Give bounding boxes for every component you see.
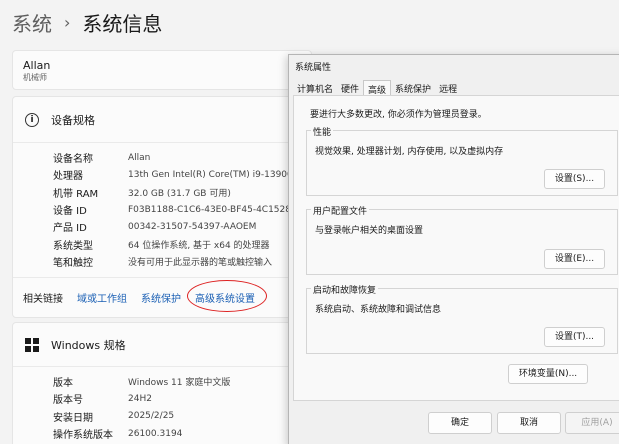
spec-row: 版本 Windows 11 家庭中文版 [53, 373, 311, 390]
windows-specs-title: Windows 规格 [51, 338, 126, 352]
spec-row: 系统类型 64 位操作系统, 基于 x64 的处理器 [53, 235, 311, 252]
spec-value: 2025/2/25 [128, 411, 175, 422]
tab-remote[interactable]: 远程 [435, 80, 461, 95]
startup-recovery-group-desc: 系统启动、系统故障和调试信息 [315, 305, 442, 315]
spec-label: 设备 ID [53, 206, 87, 218]
spec-label: 机带 RAM [53, 188, 99, 200]
spec-value: 24H2 [128, 393, 152, 404]
user-profiles-group-desc: 与登录帐户相关的桌面设置 [315, 226, 424, 236]
device-subtitle: 机械师 [23, 73, 47, 82]
spec-value: 13th Gen Intel(R) Core(TM) i9-13900HX [128, 169, 306, 180]
spec-value: Allan [128, 152, 151, 163]
performance-settings-button[interactable]: 设置(S)... [544, 169, 605, 189]
spec-value: 64 位操作系统, 基于 x64 的处理器 [128, 240, 270, 251]
startup-recovery-group: 启动和故障恢复 系统启动、系统故障和调试信息 设置(T)... [306, 283, 618, 354]
related-links: 相关链接 域或工作组 系统保护 高级系统设置 [13, 277, 313, 317]
ok-button[interactable]: 确定 [428, 412, 492, 434]
spec-label: 产品 ID [53, 223, 87, 235]
page-title: 系统信息 [82, 11, 163, 36]
spec-row: 操作系统版本 26100.3194 [53, 425, 311, 442]
system-protection-link[interactable]: 系统保护 [141, 290, 181, 305]
user-profiles-settings-button[interactable]: 设置(E)... [544, 249, 605, 269]
spec-value: 32.0 GB (31.7 GB 可用) [128, 188, 231, 199]
device-specs-title: 设备规格 [51, 113, 95, 127]
device-card: Allan 机械师 [12, 50, 312, 90]
user-profiles-group-title: 用户配置文件 [311, 204, 370, 217]
windows-specs-card: Windows 规格 版本 Windows 11 家庭中文版 版本号 24H2 … [12, 322, 312, 444]
performance-group: 性能 视觉效果, 处理器计划, 内存使用, 以及虚拟内存 设置(S)... [306, 125, 618, 196]
performance-group-desc: 视觉效果, 处理器计划, 内存使用, 以及虚拟内存 [315, 147, 504, 157]
domain-workgroup-link[interactable]: 域或工作组 [77, 290, 127, 305]
system-properties-dialog: 系统属性 计算机名 硬件 高级 系统保护 远程 要进行大多数更改, 你必须作为管… [288, 54, 619, 444]
spec-label: 设备名称 [53, 154, 93, 166]
cancel-button[interactable]: 取消 [497, 412, 561, 434]
spec-value: Windows 11 家庭中文版 [128, 378, 231, 389]
spec-value: 没有可用于此显示器的笔或触控输入 [128, 257, 273, 268]
advanced-tab-panel: 要进行大多数更改, 你必须作为管理员登录。 性能 视觉效果, 处理器计划, 内存… [293, 95, 619, 401]
device-specs-list: 设备名称 Allan 处理器 13th Gen Intel(R) Core(TM… [13, 143, 311, 270]
spec-row: 版本号 24H2 [53, 390, 311, 407]
related-links-label: 相关链接 [23, 294, 63, 305]
windows-logo-icon [25, 337, 39, 352]
spec-label: 安装日期 [53, 412, 93, 424]
windows-specs-header[interactable]: Windows 规格 [13, 323, 311, 367]
spec-label: 笔和触控 [53, 257, 93, 269]
spec-label: 处理器 [53, 171, 83, 183]
tab-hardware[interactable]: 硬件 [337, 80, 363, 95]
tab-advanced[interactable]: 高级 [363, 80, 392, 96]
dialog-tabs: 计算机名 硬件 高级 系统保护 远程 [293, 80, 461, 96]
spec-row: 设备名称 Allan [53, 149, 311, 166]
breadcrumb-separator: › [64, 12, 71, 32]
device-specs-header[interactable]: i 设备规格 [13, 97, 311, 143]
device-specs-card: i 设备规格 设备名称 Allan 处理器 13th Gen Intel(R) … [12, 96, 313, 318]
spec-row: 机带 RAM 32.0 GB (31.7 GB 可用) [53, 184, 311, 201]
spec-label: 系统类型 [53, 240, 93, 252]
info-icon: i [25, 112, 39, 127]
apply-button[interactable]: 应用(A) [565, 412, 619, 434]
spec-row: 产品 ID 00342-31507-54397-AAOEM [53, 218, 311, 235]
highlight-ellipse [187, 280, 267, 312]
admin-note: 要进行大多数更改, 你必须作为管理员登录。 [310, 110, 487, 120]
spec-row: 处理器 13th Gen Intel(R) Core(TM) i9-13900H… [53, 166, 311, 183]
spec-row: 设备 ID F03B1188-C1C6-43E0-BF45-4C152807E [53, 201, 311, 218]
device-name: Allan [23, 59, 51, 72]
breadcrumb: 系统 › 系统信息 [12, 8, 162, 36]
spec-row: 安装日期 2025/2/25 [53, 408, 311, 425]
performance-group-title: 性能 [311, 125, 334, 138]
tab-system-protection[interactable]: 系统保护 [391, 80, 435, 95]
windows-specs-list: 版本 Windows 11 家庭中文版 版本号 24H2 安装日期 2025/2… [13, 367, 311, 442]
spec-label: 版本 [53, 378, 73, 390]
spec-value: F03B1188-C1C6-43E0-BF45-4C152807E [128, 204, 309, 215]
spec-label: 操作系统版本 [53, 430, 113, 442]
tab-computer-name[interactable]: 计算机名 [293, 80, 337, 95]
startup-recovery-group-title: 启动和故障恢复 [311, 283, 379, 296]
user-profiles-group: 用户配置文件 与登录帐户相关的桌面设置 设置(E)... [306, 204, 618, 275]
environment-variables-button[interactable]: 环境变量(N)... [508, 364, 588, 384]
spec-row: 笔和触控 没有可用于此显示器的笔或触控输入 [53, 253, 311, 270]
spec-value: 26100.3194 [128, 428, 183, 439]
spec-value: 00342-31507-54397-AAOEM [128, 221, 257, 232]
breadcrumb-system[interactable]: 系统 [12, 8, 52, 37]
dialog-title[interactable]: 系统属性 [289, 55, 619, 75]
advanced-system-settings-link[interactable]: 高级系统设置 [187, 280, 267, 312]
startup-recovery-settings-button[interactable]: 设置(T)... [544, 327, 605, 347]
spec-label: 版本号 [53, 395, 83, 407]
dialog-footer: 确定 取消 应用(A) [289, 407, 619, 444]
